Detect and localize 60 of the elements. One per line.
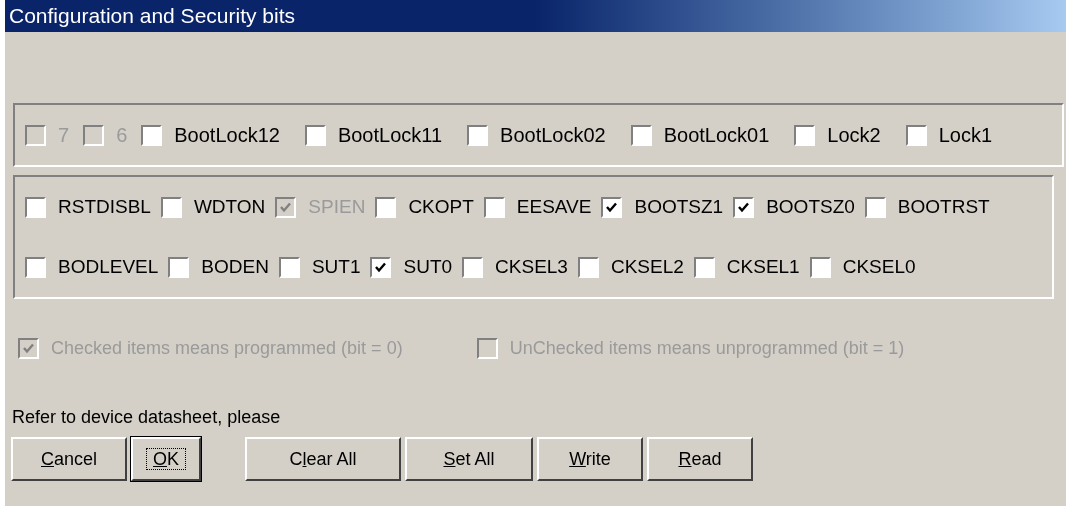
- checkbox-label: SUT0: [403, 254, 453, 279]
- dialog-button[interactable]: OK: [131, 437, 201, 481]
- checkbox-label: BODLEVEL: [58, 254, 159, 279]
- checkbox-label: CKSEL0: [842, 254, 916, 279]
- dialog-button[interactable]: Read: [647, 437, 753, 481]
- checkbox[interactable]: [483, 196, 505, 218]
- checkbox-label: Lock1: [938, 123, 993, 148]
- checkbox-label: BODEN: [201, 254, 269, 279]
- checkbox-label: SUT1: [311, 254, 361, 279]
- note-text: Refer to device datasheet, please: [12, 406, 282, 429]
- checkbox-label: CKSEL3: [495, 254, 568, 279]
- checkbox[interactable]: [693, 256, 715, 278]
- checkbox-label: SPIEN: [308, 194, 366, 219]
- checkbox[interactable]: [278, 256, 300, 278]
- checkbox[interactable]: [462, 256, 484, 278]
- checkbox-label: Lock2: [827, 123, 881, 148]
- checkbox[interactable]: [160, 196, 182, 218]
- checkbox-label: CKSEL1: [726, 254, 800, 279]
- checkbox[interactable]: [370, 256, 392, 278]
- checkbox-label: BOOTSZ0: [766, 194, 855, 219]
- dialog-button[interactable]: Cancel: [11, 437, 127, 481]
- checkbox[interactable]: [601, 196, 623, 218]
- checkbox-label: CKSEL2: [610, 254, 684, 279]
- checkbox-label: BootLock12: [174, 123, 280, 148]
- checkbox-label: BootLock02: [500, 123, 606, 148]
- checkbox[interactable]: [304, 124, 326, 146]
- checkbox[interactable]: [864, 196, 886, 218]
- dialog-button[interactable]: Set All: [405, 437, 533, 481]
- checkbox-label: RSTDISBL: [58, 194, 151, 219]
- checkbox[interactable]: [467, 124, 489, 146]
- dialog-button[interactable]: Write: [537, 437, 643, 481]
- checkbox[interactable]: [168, 256, 190, 278]
- checkbox-label: CKOPT: [408, 194, 474, 219]
- dialog-button[interactable]: Clear All: [245, 437, 401, 481]
- checkbox[interactable]: [809, 256, 831, 278]
- checkbox[interactable]: [375, 196, 397, 218]
- checkbox[interactable]: [25, 196, 46, 218]
- checkbox[interactable]: [630, 124, 652, 146]
- check-icon: [22, 342, 35, 355]
- check-icon: [374, 260, 388, 274]
- checkbox-label: BOOTRST: [897, 194, 990, 219]
- checkbox-label: EESAVE: [516, 194, 592, 219]
- checkbox-label: BootLock11: [337, 123, 443, 148]
- checkbox-label: UnChecked items means unprogrammed (bit = 1): [509, 337, 905, 360]
- check-icon: [279, 200, 293, 214]
- checkbox-label: Checked items means programmed (bit = 0): [51, 337, 403, 360]
- window-title: Configuration and Security bits: [9, 3, 295, 30]
- checkbox[interactable]: [25, 256, 46, 278]
- check-icon: [605, 200, 619, 214]
- checkbox[interactable]: [733, 196, 755, 218]
- checkbox-label: 7: [58, 123, 70, 148]
- checkbox-label: BOOTSZ1: [634, 194, 724, 219]
- checkbox[interactable]: [141, 124, 163, 146]
- check-icon: [737, 200, 751, 214]
- checkbox-label: WDTON: [193, 194, 266, 219]
- checkbox[interactable]: [794, 124, 816, 146]
- checkbox[interactable]: [905, 124, 927, 146]
- checkbox-label: BootLock01: [663, 123, 770, 148]
- checkbox-label: 6: [116, 123, 128, 148]
- checkbox[interactable]: [577, 256, 599, 278]
